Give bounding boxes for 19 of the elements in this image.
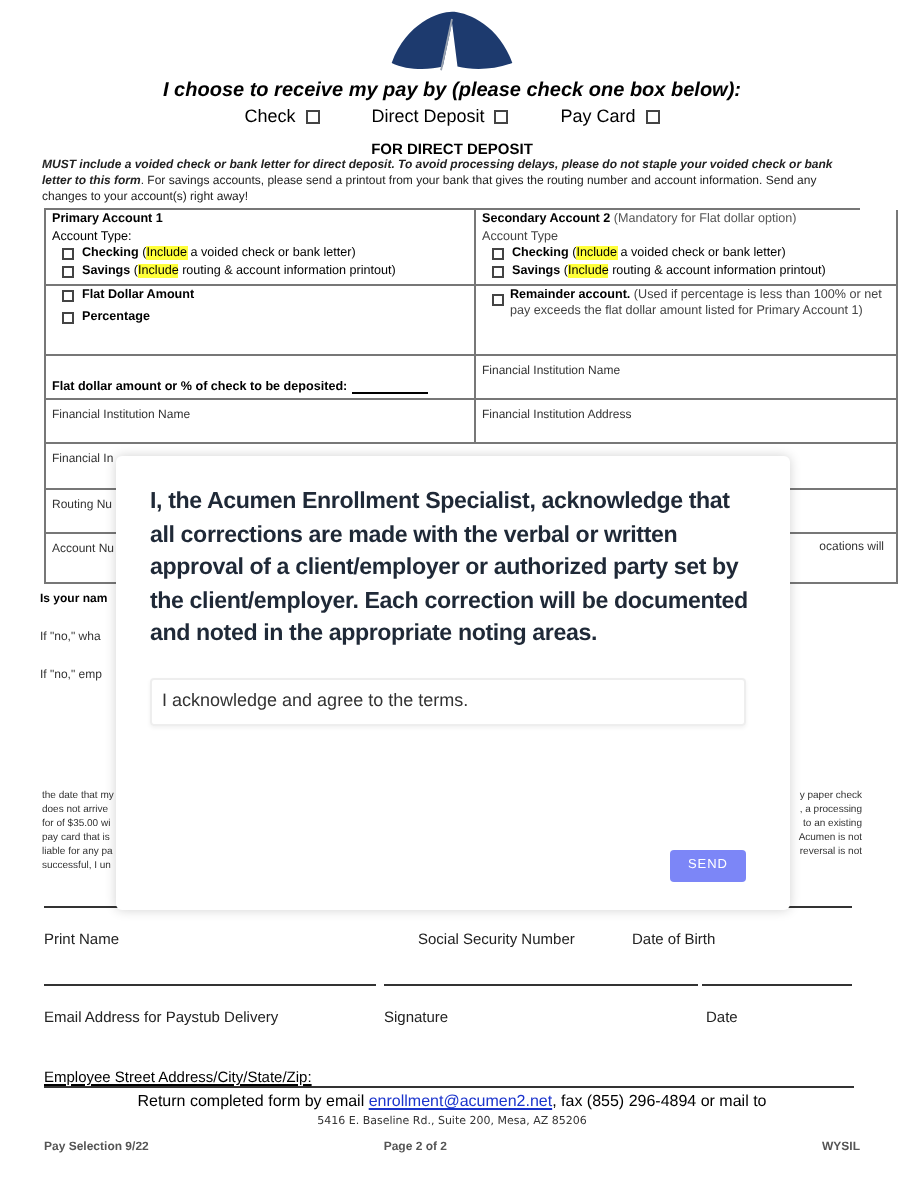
form-heading: I choose to receive my pay by (please check one box below): — [161, 80, 743, 104]
checkbox[interactable] — [492, 265, 504, 278]
pay-option-label: Pay Card — [560, 106, 636, 128]
email-link[interactable]: enrollment@acumen2.net — [368, 1092, 553, 1110]
pay-option-label: Direct Deposit — [371, 106, 485, 128]
checkbox[interactable] — [62, 311, 74, 324]
pay-option-label: Check — [244, 106, 296, 128]
logo-icon — [388, 8, 516, 74]
return-instructions: Return completed form by email enrollment@acumen2.net, fax (855) 296-4894 or mail to — [135, 1090, 769, 1114]
checkbox[interactable] — [492, 294, 504, 306]
checkbox[interactable] — [62, 265, 74, 278]
checkbox[interactable] — [62, 290, 74, 303]
checkbox[interactable] — [62, 248, 74, 261]
checkbox[interactable] — [645, 110, 660, 124]
response-field[interactable]: I acknowledge and agree to the terms. — [150, 677, 746, 725]
acknowledgement-statement: I, the Acumen Enrollment Specialist, acknowledge that all corrections are made with the verbal or written approval of a client/employer or authorized party set by the client/employer. Each correction will be documented and noted in the appropriate noting areas. — [150, 486, 750, 650]
checkbox[interactable] — [305, 110, 320, 124]
checkbox[interactable] — [492, 248, 504, 261]
checkbox[interactable] — [494, 110, 509, 124]
